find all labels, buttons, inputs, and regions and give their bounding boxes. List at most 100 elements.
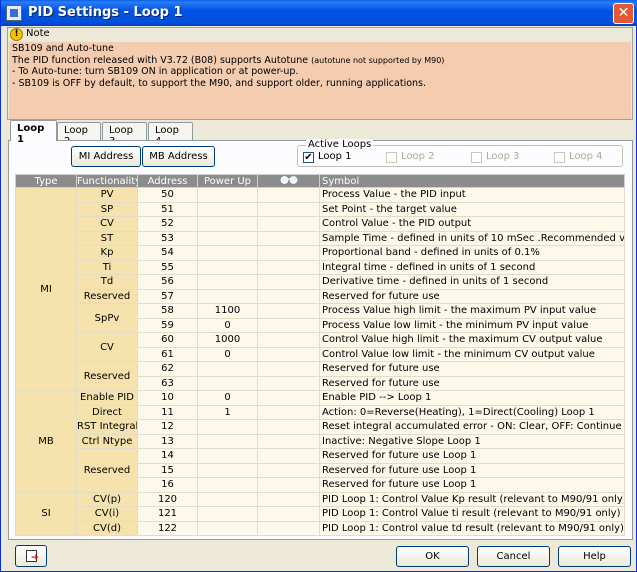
cell-power-up[interactable] [197,477,258,493]
table-row[interactable]: Ctrl Ntype 13 Inactive: Negative Slope Loo… [16,433,625,449]
tab-loop-3[interactable]: Loop 3 [102,122,147,147]
table-row[interactable]: Kp 54 Proportional band - defined in units… [16,245,625,261]
table-row[interactable]: Ti 55 Integral time - defined in units of … [16,259,625,275]
checkbox-box[interactable] [554,152,565,163]
cell-view[interactable] [257,375,320,391]
cell-power-up[interactable] [197,245,258,261]
table-row[interactable]: SP 51 Set Point - the target value [16,201,625,217]
cell-symbol[interactable]: PID Loop 1: Control Value Kp result (rel… [319,491,625,507]
cell-power-up[interactable] [197,506,258,522]
cell-view[interactable] [257,433,320,449]
cell-view[interactable] [257,404,320,420]
column-header-functionality[interactable]: Functionality [76,174,138,188]
cell-view[interactable] [257,230,320,246]
table-row[interactable]: Direct 11 1 Action: 0=Reverse(Heating), 1=D… [16,404,625,420]
tab-loop-4[interactable]: Loop 4 [148,122,193,147]
cell-symbol[interactable]: Reserved for future use Loop 1 [319,462,625,478]
cell-symbol[interactable]: Integral time - defined in units of 1 se… [319,259,625,275]
tab-loop-2[interactable]: Loop 2 [57,122,101,147]
cell-view[interactable] [257,462,320,478]
mi-address-button[interactable]: MI Address [71,146,141,167]
cell-symbol[interactable]: Sample Time - defined in units of 10 mSe… [319,230,625,246]
cell-power-up[interactable]: 0 [197,346,258,362]
cell-symbol[interactable]: Set Point - the target value [319,201,625,217]
cell-symbol[interactable]: Derivative time - defined in units of 1 … [319,274,625,290]
table-row[interactable]: CV(i) 121 PID Loop 1: Control Value ti res… [16,506,625,522]
cell-view[interactable] [257,346,320,362]
cell-symbol[interactable]: Process Value low limit - the minimum PV… [319,317,625,333]
cell-power-up[interactable] [197,419,258,435]
help-button[interactable]: Help [558,546,631,567]
cell-symbol[interactable]: Reserved for future use Loop 1 [319,477,625,493]
column-header-power-up[interactable]: Power Up [197,174,258,188]
table-row[interactable]: ST 53 Sample Time - defined in units of 10… [16,230,625,246]
table-row[interactable]: Reserved 14 Reserved for future use Loop 1 [16,448,625,493]
cell-power-up[interactable]: 1100 [197,303,258,319]
table-row[interactable]: Reserved 57 Reserved for future use [16,288,625,304]
cell-symbol[interactable]: Inactive: Negative Slope Loop 1 [319,433,625,449]
checkbox-box[interactable] [471,152,482,163]
cell-view[interactable] [257,259,320,275]
cancel-button[interactable]: Cancel [477,546,550,567]
table-row[interactable]: MI PV 50 Process Value - the PID input [15,187,625,391]
cell-view[interactable] [257,491,320,507]
cell-symbol[interactable]: Reserved for future use [319,375,625,391]
table-row[interactable]: CV 60 1000 Control Value high limit - the m… [16,332,625,362]
cell-view[interactable] [257,216,320,232]
cell-symbol[interactable]: Process Value - the PID input [319,187,625,203]
table-row[interactable]: CV 52 Control Value - the PID output [16,216,625,232]
cell-power-up[interactable]: 0 [197,317,258,333]
cell-view[interactable] [257,477,320,493]
cell-view[interactable] [257,520,320,536]
cell-view[interactable] [257,448,320,464]
cell-symbol[interactable]: Action: 0=Reverse(Heating), 1=Direct(Coo… [319,404,625,420]
table-row[interactable]: RST Integral 12 Reset integral accumulated… [16,419,625,435]
column-header-address[interactable]: Address [137,174,198,188]
ok-button[interactable]: OK [396,546,469,567]
cell-symbol[interactable]: Control Value low limit - the minimum CV… [319,346,625,362]
table-row[interactable]: Reserved 62 Reserved for future use [16,361,625,391]
cell-power-up[interactable] [197,274,258,290]
cell-view[interactable] [257,201,320,217]
cell-view[interactable] [257,506,320,522]
cell-symbol[interactable]: PID Loop 1: Control Value ti result (rel… [319,506,625,522]
checkbox-box[interactable] [386,152,397,163]
cell-symbol[interactable]: Control Value high limit - the maximum C… [319,332,625,348]
exit-button[interactable] [15,545,47,568]
checkbox-box[interactable]: ✔ [303,152,314,163]
cell-power-up[interactable] [197,462,258,478]
table-row[interactable]: MB Enable PID 10 0 Enable PID --> Loop 1 [15,390,625,493]
column-header-symbol[interactable]: Symbol [319,174,625,188]
tab-loop-1[interactable]: Loop 1 [10,120,57,145]
column-header-type[interactable]: Type [15,174,77,188]
cell-power-up[interactable] [197,216,258,232]
cell-symbol[interactable]: Enable PID --> Loop 1 [319,390,625,406]
mb-address-button[interactable]: MB Address [142,146,215,167]
cell-power-up[interactable] [197,259,258,275]
cell-view[interactable] [257,245,320,261]
cell-power-up[interactable] [197,361,258,377]
cell-view[interactable] [257,419,320,435]
cell-symbol[interactable]: Reserved for future use [319,361,625,377]
cell-power-up[interactable] [197,448,258,464]
cell-symbol[interactable]: PID Loop 1: Control value td result (rel… [319,520,625,536]
table-row[interactable]: CV(d) 122 PID Loop 1: Control value td res… [16,520,625,536]
cell-power-up[interactable] [197,491,258,507]
cell-symbol[interactable]: Reserved for future use Loop 1 [319,448,625,464]
cell-view[interactable] [257,303,320,319]
cell-power-up[interactable] [197,433,258,449]
table-row[interactable]: SpPv 58 1100 Process Value high limit - the… [16,303,625,333]
cell-view[interactable] [257,390,320,406]
cell-view[interactable] [257,317,320,333]
cell-symbol[interactable]: Process Value high limit - the maximum P… [319,303,625,319]
cell-power-up[interactable] [197,230,258,246]
cell-power-up[interactable] [197,520,258,536]
cell-symbol[interactable]: Reserved for future use [319,288,625,304]
cell-symbol[interactable]: Reset integral accumulated error - ON: C… [319,419,625,435]
cell-power-up[interactable] [197,187,258,203]
cell-symbol[interactable]: Proportional band - defined in units of … [319,245,625,261]
table-row[interactable]: SI CV(p) 120 PID Loop 1: Control Value Kp r… [15,491,625,536]
cell-power-up[interactable] [197,288,258,304]
cell-view[interactable] [257,187,320,203]
cell-power-up[interactable]: 1000 [197,332,258,348]
